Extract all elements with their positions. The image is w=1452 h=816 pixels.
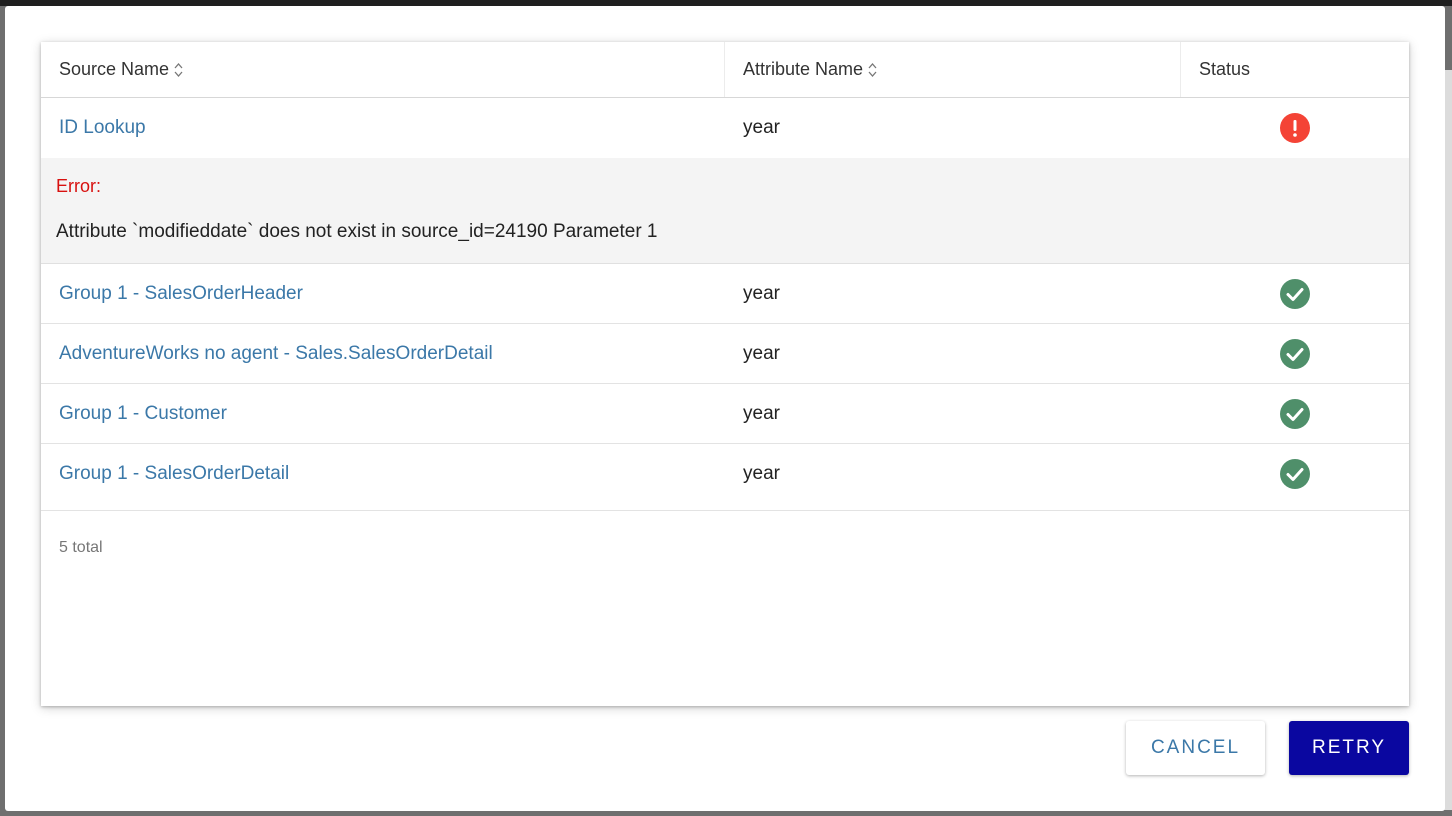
source-name-link[interactable]: AdventureWorks no agent - Sales.SalesOrd… (59, 324, 493, 383)
source-name-link[interactable]: ID Lookup (59, 98, 146, 157)
table-row: ID Lookup year (41, 98, 1409, 158)
check-circle-icon (1280, 278, 1310, 309)
status-cell (1279, 324, 1311, 383)
attribute-name: year (743, 462, 780, 484)
results-table-card: Source Name Attribute Name Status ID Loo… (41, 42, 1409, 706)
table-row: Group 1 - Customer year (41, 384, 1409, 444)
column-header-label: Source Name (59, 59, 170, 79)
source-name-link[interactable]: Group 1 - SalesOrderHeader (59, 264, 303, 323)
exclamation-circle-icon (1280, 112, 1310, 143)
error-label: Error: (56, 176, 101, 196)
attribute-name: year (743, 342, 780, 364)
table-header: Source Name Attribute Name Status (41, 42, 1409, 98)
source-name-link[interactable]: Group 1 - SalesOrderDetail (59, 444, 289, 503)
column-header-attribute-name[interactable]: Attribute Name (725, 42, 1181, 97)
check-circle-icon (1280, 338, 1310, 369)
table-footer-divider (41, 510, 1409, 511)
column-header-status: Status (1181, 42, 1409, 97)
column-header-source-name[interactable]: Source Name (41, 42, 725, 97)
source-name-link[interactable]: Group 1 - Customer (59, 384, 227, 443)
background-page-edge (1444, 70, 1452, 810)
error-details-panel: Error: Attribute `modifieddate` does not… (41, 158, 1409, 264)
retry-dialog: Source Name Attribute Name Status ID Loo… (5, 6, 1445, 811)
column-header-label: Attribute Name (743, 59, 864, 79)
sort-icon[interactable] (174, 62, 183, 78)
total-count: 5 total (59, 539, 103, 556)
table-row: Group 1 - SalesOrderHeader year (41, 264, 1409, 324)
attribute-name: year (743, 282, 780, 304)
check-circle-icon (1280, 398, 1310, 429)
check-circle-icon (1280, 458, 1310, 489)
cancel-button[interactable]: CANCEL (1126, 721, 1265, 775)
retry-button[interactable]: RETRY (1289, 721, 1409, 775)
attribute-name: year (743, 402, 780, 424)
attribute-name: year (743, 116, 780, 138)
status-cell (1279, 384, 1311, 443)
status-cell (1279, 98, 1311, 157)
table-row: Group 1 - SalesOrderDetail year (41, 444, 1409, 504)
table-row: AdventureWorks no agent - Sales.SalesOrd… (41, 324, 1409, 384)
status-cell (1279, 444, 1311, 503)
error-message: Attribute `modifieddate` does not exist … (56, 221, 658, 242)
sort-icon[interactable] (868, 62, 877, 78)
status-cell (1279, 264, 1311, 323)
column-header-label: Status (1199, 59, 1251, 79)
